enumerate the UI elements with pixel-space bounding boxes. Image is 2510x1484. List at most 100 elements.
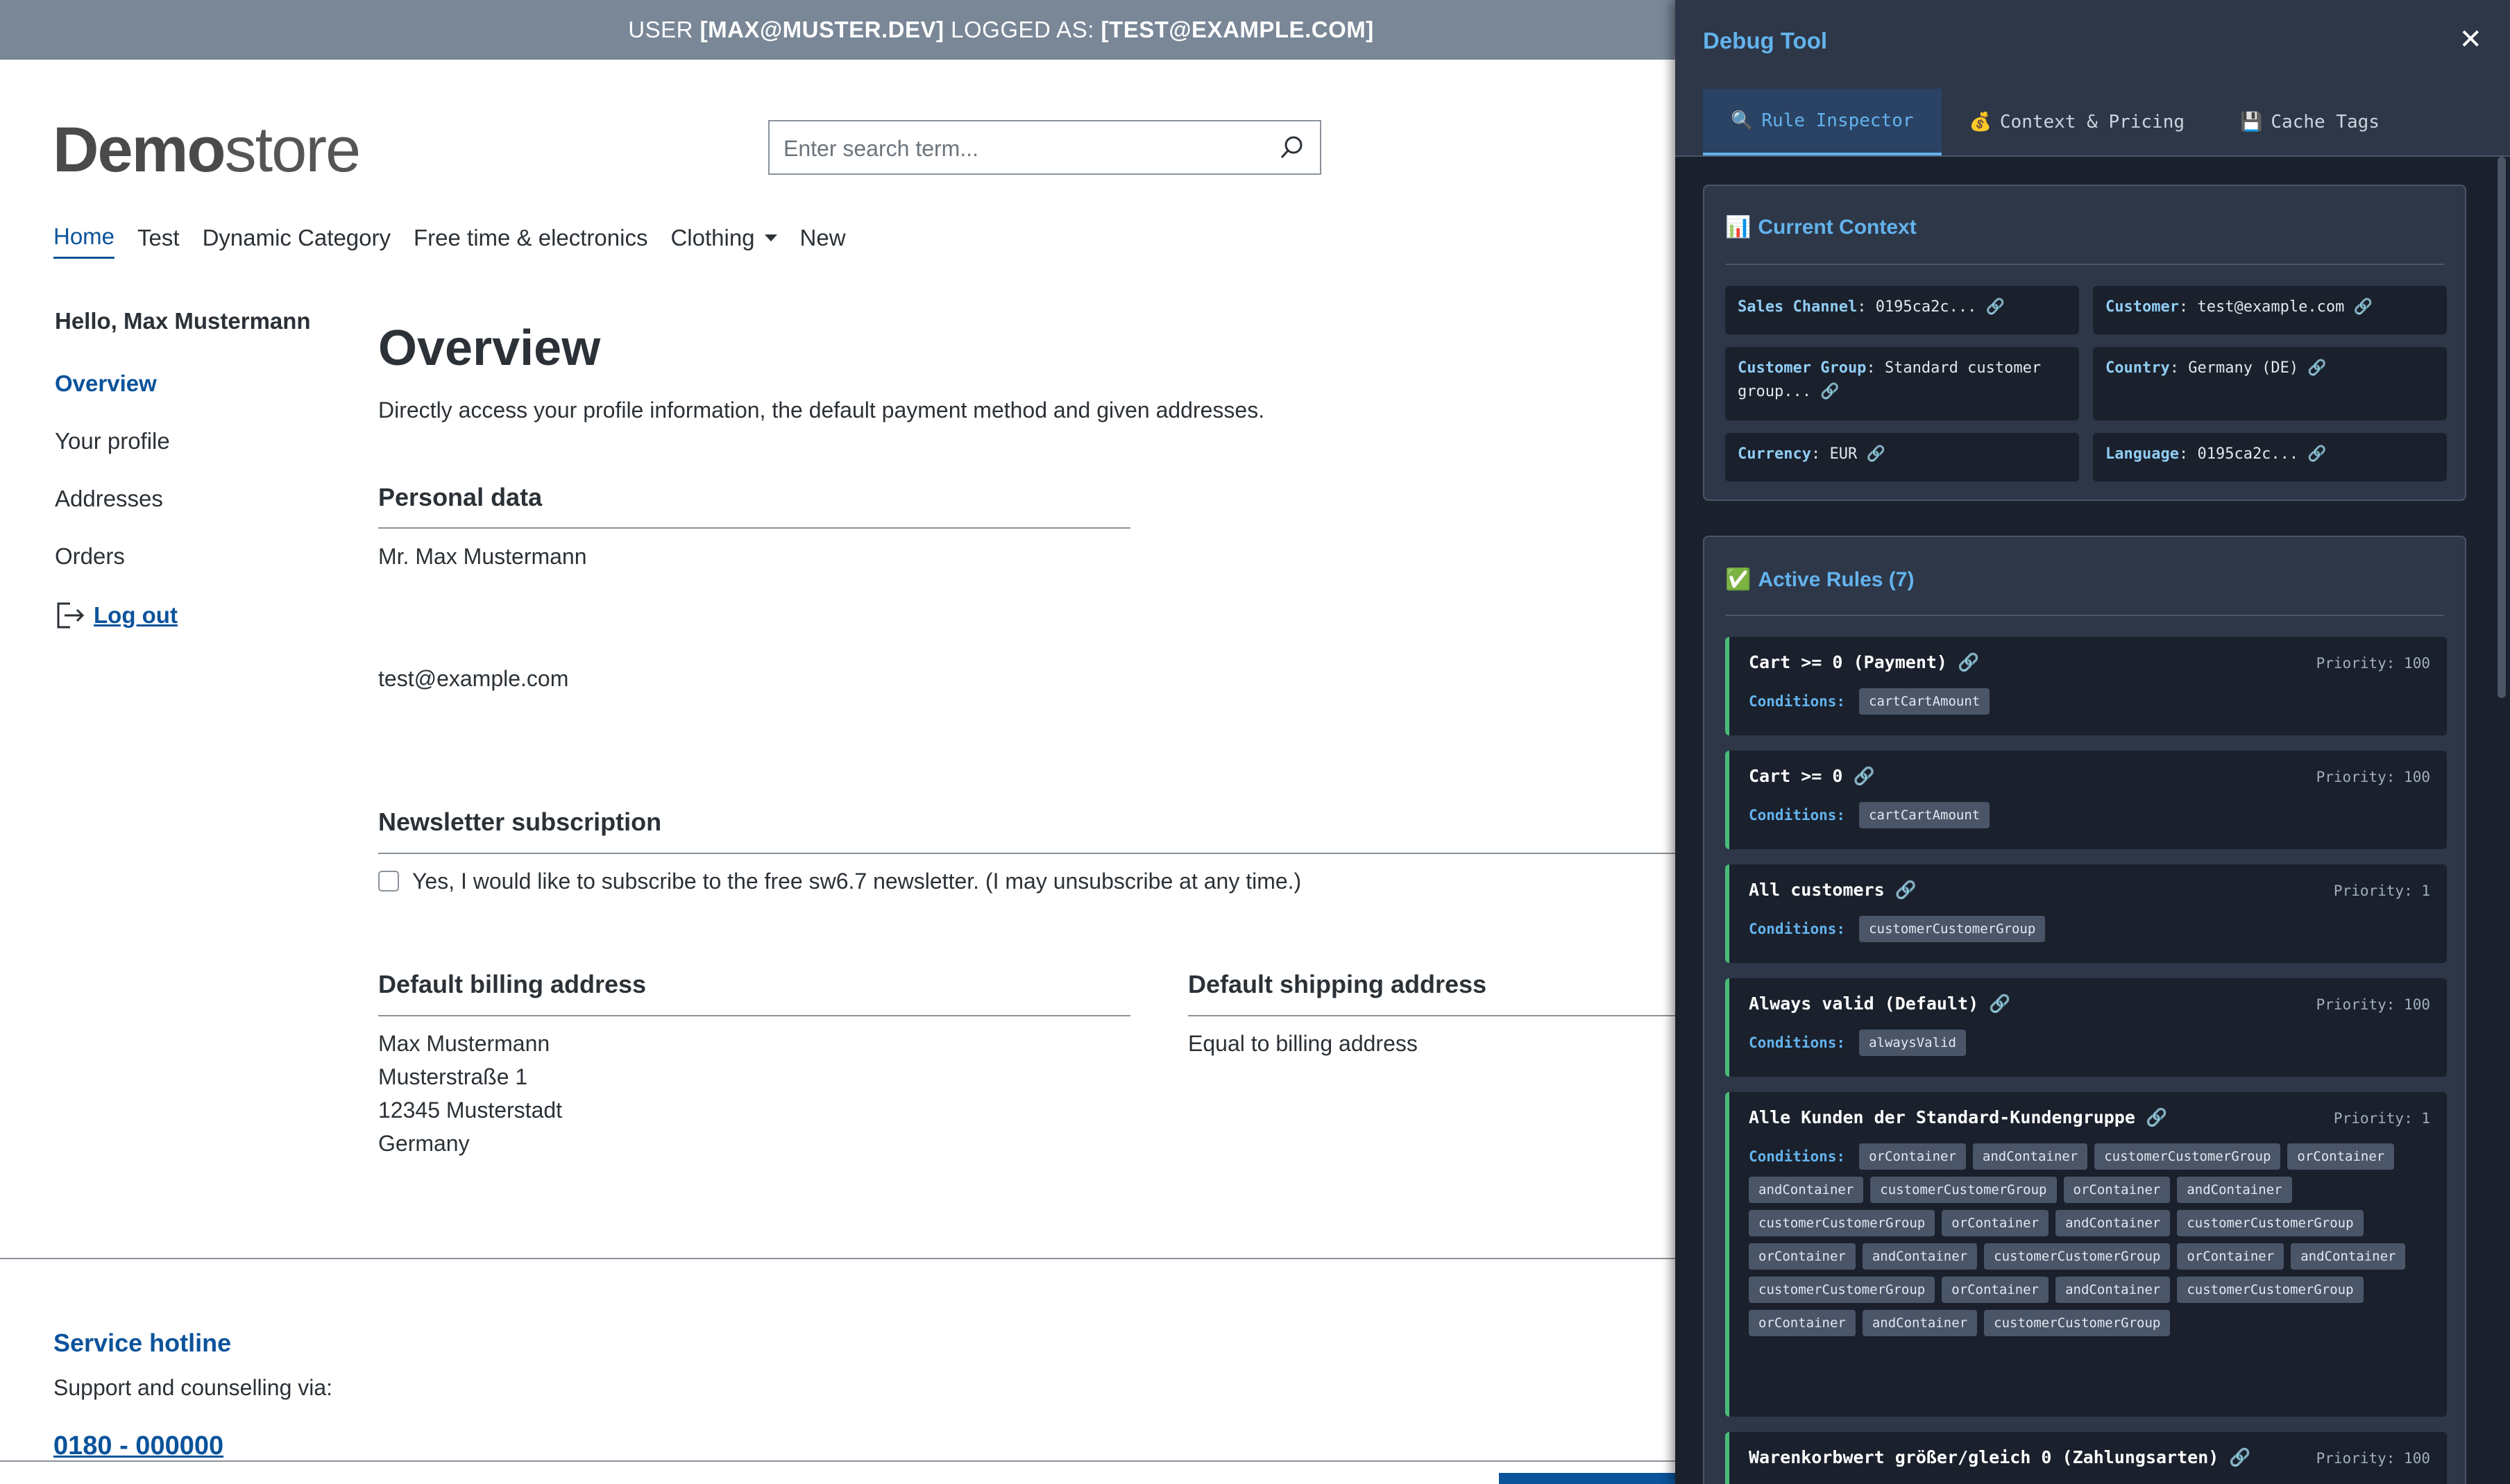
- search-icon[interactable]: [1278, 134, 1306, 162]
- nav-dynamic-category[interactable]: Dynamic Category: [203, 223, 391, 259]
- condition-tag: orContainer: [2177, 1243, 2284, 1270]
- tab-context-pricing[interactable]: 💰 Context & Pricing: [1942, 89, 2212, 155]
- rule-card[interactable]: Alle Kunden der Standard-Kundengruppe 🔗 …: [1725, 1092, 2447, 1417]
- condition-tag: cartCartAmount: [1859, 688, 1990, 715]
- rule-card[interactable]: Cart >= 0 🔗 Priority: 100 Conditions: car…: [1725, 751, 2447, 849]
- condition-tag: customerCustomerGroup: [1749, 1277, 1935, 1303]
- debug-scrollbar[interactable]: [2498, 157, 2506, 698]
- condition-tag: customerCustomerGroup: [2177, 1210, 2364, 1236]
- sidebar-item-orders[interactable]: Orders: [55, 543, 311, 570]
- link-icon[interactable]: 🔗: [2146, 1107, 2167, 1127]
- divider: [1188, 1015, 1675, 1016]
- footer-button[interactable]: [1499, 1473, 1675, 1484]
- condition-tag: andContainer: [2055, 1277, 2171, 1303]
- greeting: Hello, Max Mustermann: [55, 308, 311, 334]
- context-customer-group: Customer Group: Standard customer group.…: [1725, 347, 2079, 420]
- nav-free-time-electronics[interactable]: Free time & electronics: [414, 223, 647, 259]
- sidebar-item-profile[interactable]: Your profile: [55, 428, 311, 454]
- link-icon[interactable]: 🔗: [2229, 1447, 2250, 1467]
- topbar-user: [MAX@MUSTER.DEV]: [699, 17, 944, 42]
- condition-tag: alwaysValid: [1859, 1030, 1966, 1056]
- newsletter-label[interactable]: Yes, I would like to subscribe to the fr…: [412, 864, 1301, 898]
- rule-priority: Priority: 100: [2316, 769, 2430, 785]
- debug-title: Debug Tool: [1703, 28, 1828, 53]
- condition-tag: andContainer: [1749, 1177, 1864, 1203]
- divider: [378, 527, 1130, 529]
- main-content: Overview Directly access your profile in…: [378, 320, 1264, 423]
- condition-tag: orContainer: [2287, 1143, 2395, 1170]
- main-navigation: Home Test Dynamic Category Free time & e…: [53, 223, 869, 259]
- close-icon[interactable]: ✕: [2459, 24, 2482, 56]
- billing-title: Default billing address: [378, 970, 647, 998]
- link-icon[interactable]: 🔗: [2307, 359, 2326, 377]
- rule-card[interactable]: All customers 🔗 Priority: 1 Conditions: c…: [1725, 864, 2447, 963]
- newsletter-checkbox[interactable]: [378, 871, 399, 892]
- link-icon[interactable]: 🔗: [1820, 383, 1839, 400]
- search-input[interactable]: [782, 133, 1257, 164]
- condition-tag: orContainer: [2063, 1177, 2171, 1203]
- condition-tag: customerCustomerGroup: [1859, 916, 2046, 942]
- personal-email: test@example.com: [378, 666, 569, 691]
- nav-clothing[interactable]: Clothing: [670, 223, 777, 259]
- topbar-logged-as: [TEST@EXAMPLE.COM]: [1101, 17, 1374, 42]
- footer-divider: [0, 1258, 1675, 1259]
- account-sidebar: Hello, Max Mustermann Overview Your prof…: [55, 308, 311, 630]
- link-icon[interactable]: 🔗: [1895, 880, 1917, 900]
- link-icon[interactable]: 🔗: [1989, 993, 2010, 1014]
- rule-conditions: Conditions: orContainer andContainer custom…: [1749, 1143, 2433, 1336]
- chart-icon: 📊: [1725, 216, 1752, 239]
- link-icon[interactable]: 🔗: [1866, 445, 1885, 463]
- condition-tag: customerCustomerGroup: [1870, 1177, 2057, 1203]
- context-currency: Currency: EUR 🔗: [1725, 433, 2079, 481]
- nav-new[interactable]: New: [800, 223, 846, 259]
- condition-tag: customerCustomerGroup: [1749, 1210, 1935, 1236]
- link-icon[interactable]: 🔗: [1958, 652, 1979, 672]
- link-icon[interactable]: 🔗: [1854, 766, 1875, 786]
- page-title: Overview: [378, 321, 601, 376]
- rule-priority: Priority: 1: [2333, 1110, 2430, 1127]
- link-icon[interactable]: 🔗: [2354, 298, 2373, 316]
- hotline-subtitle: Support and counselling via:: [53, 1375, 333, 1400]
- sidebar-item-addresses[interactable]: Addresses: [55, 486, 311, 512]
- rule-card[interactable]: Warenkorbwert größer/gleich 0 (Zahlungsa…: [1725, 1432, 2447, 1484]
- rule-conditions: Conditions: customerCustomerGroup: [1749, 916, 2433, 942]
- link-icon[interactable]: 🔗: [1986, 298, 2005, 316]
- hotline-number-link[interactable]: 0180 - 000000: [53, 1431, 223, 1461]
- rule-priority: Priority: 100: [2316, 1450, 2430, 1467]
- floppy-disk-icon: 💾: [2240, 112, 2263, 133]
- rule-conditions: Conditions: cartCartAmount: [1749, 802, 2433, 828]
- nav-home[interactable]: Home: [53, 223, 115, 259]
- storefront: Demostore Home Test Dynamic Category Fre…: [0, 60, 1675, 1484]
- rules-title: ✅ Active Rules (7): [1725, 568, 1915, 592]
- rule-priority: Priority: 100: [2316, 655, 2430, 672]
- condition-tag: customerCustomerGroup: [2094, 1143, 2281, 1170]
- logout-icon: [57, 602, 85, 629]
- personal-name: Mr. Max Mustermann: [378, 544, 587, 569]
- shipping-address: Equal to billing address: [1188, 1031, 1418, 1056]
- rule-card[interactable]: Cart >= 0 (Payment) 🔗 Priority: 100 Cond…: [1725, 637, 2447, 735]
- store-logo[interactable]: Demostore: [53, 114, 361, 187]
- context-country: Country: Germany (DE) 🔗: [2093, 347, 2447, 420]
- condition-tag: andContainer: [2291, 1243, 2406, 1270]
- chevron-down-icon: [764, 234, 777, 241]
- footer-divider: [0, 1460, 1675, 1462]
- search-box: [768, 120, 1321, 175]
- rule-card[interactable]: Always valid (Default) 🔗 Priority: 100 C…: [1725, 978, 2447, 1077]
- condition-tag: customerCustomerGroup: [2177, 1277, 2364, 1303]
- magnifier-icon: 🔍: [1731, 110, 1754, 131]
- shipping-title: Default shipping address: [1188, 970, 1487, 998]
- current-context-panel: 📊 Current Context Sales Channel: 0195ca2c…: [1703, 185, 2466, 501]
- hotline-title: Service hotline: [53, 1329, 232, 1357]
- condition-tag: orContainer: [1749, 1310, 1856, 1336]
- page-description: Directly access your profile information…: [378, 398, 1265, 423]
- rule-conditions: Conditions: alwaysValid: [1749, 1030, 2433, 1056]
- condition-tag: orContainer: [1749, 1243, 1856, 1270]
- nav-test[interactable]: Test: [137, 223, 180, 259]
- tab-cache-tags[interactable]: 💾 Cache Tags: [2212, 89, 2407, 155]
- condition-tag: orContainer: [1859, 1143, 1966, 1170]
- context-language: Language: 0195ca2c... 🔗: [2093, 433, 2447, 481]
- link-icon[interactable]: 🔗: [2307, 445, 2326, 463]
- logout-link[interactable]: Log out: [55, 601, 311, 630]
- sidebar-item-overview[interactable]: Overview: [55, 370, 311, 397]
- tab-rule-inspector[interactable]: 🔍 Rule Inspector: [1703, 89, 1942, 155]
